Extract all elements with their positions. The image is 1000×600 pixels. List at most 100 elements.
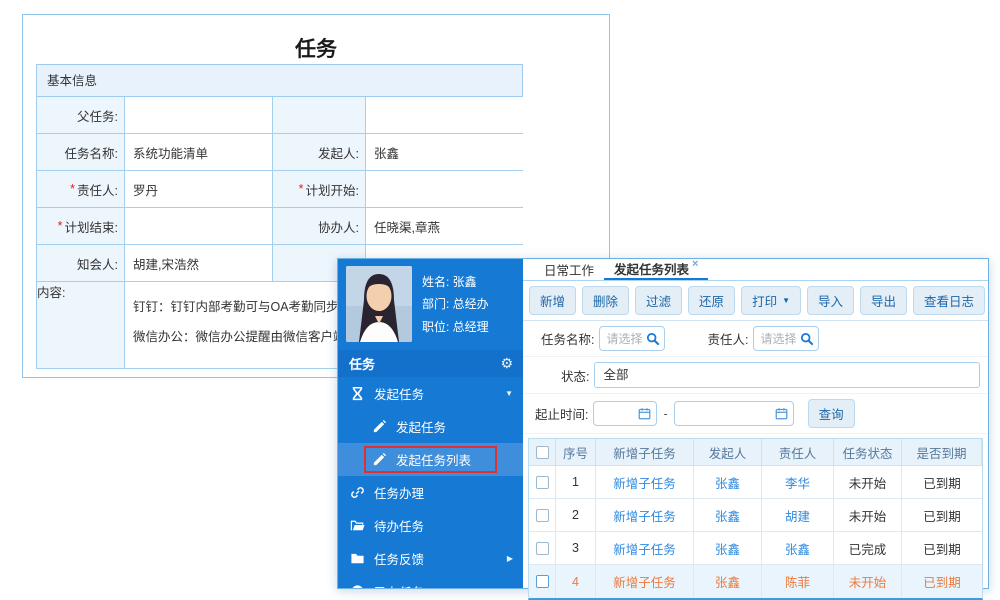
annotation-red-box: 发起任务列表 <box>364 446 497 473</box>
table-header-row: 序号 新增子任务 发起人 责任人 任务状态 是否到期 <box>529 439 982 466</box>
task-table: 序号 新增子任务 发起人 责任人 任务状态 是否到期 1 新增子任务 张鑫 李华… <box>528 438 983 600</box>
query-button[interactable]: 查询 <box>808 399 855 428</box>
add-subtask-link[interactable]: 新增子任务 <box>613 506 676 525</box>
task-list-panel: 姓名: 张鑫 部门: 总经办 职位: 总经理 任务 ⚙ 发起任务 ▼ 发起任务 <box>337 258 989 589</box>
owner-link[interactable]: 张鑫 <box>785 539 810 558</box>
add-button[interactable]: 新增 <box>529 286 576 315</box>
content-label: 内容: <box>37 282 125 368</box>
range-separator: - <box>663 407 667 421</box>
initiator-link[interactable]: 张鑫 <box>715 506 740 525</box>
sidebar-item-label: 任务办理 <box>374 483 424 502</box>
assistant-field[interactable]: 任晓渠,章燕 <box>366 208 524 244</box>
restore-button[interactable]: 还原 <box>688 286 735 315</box>
import-button[interactable]: 导入 <box>807 286 854 315</box>
sidebar-item-label: 发起任务列表 <box>396 450 471 469</box>
owner-link[interactable]: 胡建 <box>785 506 810 525</box>
initiator-link[interactable]: 张鑫 <box>715 572 740 591</box>
gear-icon[interactable]: ⚙ <box>500 355 513 372</box>
col-owner: 责任人 <box>779 443 817 462</box>
select-all-checkbox[interactable] <box>536 446 549 459</box>
link-icon <box>350 485 365 500</box>
task-name-label: 任务名称: <box>65 143 118 162</box>
profile-position: 职位: 总经理 <box>422 318 489 335</box>
status-select[interactable]: 全部 <box>594 362 980 388</box>
col-seq: 序号 <box>563 443 588 462</box>
print-button[interactable]: 打印▼ <box>741 286 801 315</box>
tab-daily-work[interactable]: 日常工作 <box>534 259 604 280</box>
status-cell: 已完成 <box>849 539 887 558</box>
sidebar-item-label: 任务反馈 <box>374 549 424 568</box>
tab-bar: 日常工作 发起任务列表 × <box>523 259 988 281</box>
row-checkbox[interactable] <box>536 509 549 522</box>
daterange-filter-label: 起止时间: <box>535 404 588 423</box>
sidebar-item-initiate-task[interactable]: 发起任务 ▼ <box>338 377 523 410</box>
panel-content: 日常工作 发起任务列表 × 新增 删除 过滤 还原 打印▼ 导入 导出 查看日志… <box>523 259 988 588</box>
owner-link[interactable]: 陈菲 <box>785 572 810 591</box>
calendar-icon[interactable] <box>638 407 651 420</box>
sidebar-item-done-tasks[interactable]: 已办任务 <box>338 575 523 588</box>
export-button[interactable]: 导出 <box>860 286 907 315</box>
sidebar-item-initiate-task-list[interactable]: 发起任务列表 <box>338 443 523 476</box>
informed-field[interactable]: 胡建,宋浩然 <box>125 245 273 281</box>
status-cell: 未开始 <box>849 572 887 591</box>
pencil-icon <box>372 419 387 434</box>
sidebar-item-initiate-task-sub[interactable]: 发起任务 <box>338 410 523 443</box>
owner-field[interactable]: 罗丹 <box>125 171 273 207</box>
calendar-icon[interactable] <box>775 407 788 420</box>
form-row-task-name: 任务名称: 系统功能清单 发起人: 张鑫 <box>37 134 522 171</box>
row-checkbox[interactable] <box>536 476 549 489</box>
add-subtask-link[interactable]: 新增子任务 <box>613 473 676 492</box>
plan-end-field[interactable] <box>125 208 273 244</box>
row-checkbox[interactable] <box>536 575 549 588</box>
search-icon[interactable] <box>646 332 660 346</box>
parent-task-label: 父任务: <box>77 106 118 125</box>
form-row-parent-task: 父任务: <box>37 97 522 134</box>
delete-button[interactable]: 删除 <box>582 286 629 315</box>
sidebar-item-task-feedback[interactable]: 任务反馈 ▶ <box>338 542 523 575</box>
folder-open-icon <box>350 518 365 533</box>
initiator-label: 发起人: <box>318 143 359 162</box>
owner-picker[interactable] <box>753 326 819 351</box>
sidebar-module-header: 任务 ⚙ <box>338 350 523 377</box>
date-to-input[interactable] <box>674 401 794 426</box>
sidebar: 姓名: 张鑫 部门: 总经办 职位: 总经理 任务 ⚙ 发起任务 ▼ 发起任务 <box>338 259 523 588</box>
task-name-input[interactable] <box>606 332 646 346</box>
date-from-input[interactable] <box>593 401 657 426</box>
status-cell: 未开始 <box>849 506 887 525</box>
task-name-filter-label: 任务名称: <box>541 329 594 348</box>
plan-start-field[interactable] <box>366 171 524 207</box>
parent-task-field[interactable] <box>125 97 273 133</box>
row-checkbox[interactable] <box>536 542 549 555</box>
initiator-link[interactable]: 张鑫 <box>715 473 740 492</box>
tab-initiated-task-list[interactable]: 发起任务列表 × <box>604 259 708 280</box>
chevron-down-icon: ▼ <box>505 389 513 398</box>
form-title: 任务 <box>23 33 609 63</box>
col-initiator: 发起人 <box>709 443 747 462</box>
initiator-link[interactable]: 张鑫 <box>715 539 740 558</box>
avatar-portrait <box>346 266 412 342</box>
form-row-plan-end: *计划结束: 协办人: 任晓渠,章燕 <box>37 208 522 245</box>
search-icon[interactable] <box>800 332 814 346</box>
initiator-field[interactable]: 张鑫 <box>366 134 524 170</box>
sidebar-item-task-handling[interactable]: 任务办理 <box>338 476 523 509</box>
add-subtask-link[interactable]: 新增子任务 <box>613 572 676 591</box>
required-marker: * <box>70 182 75 196</box>
filter-button[interactable]: 过滤 <box>635 286 682 315</box>
folder-icon <box>350 551 365 566</box>
view-log-button[interactable]: 查看日志 <box>913 286 985 315</box>
add-subtask-link[interactable]: 新增子任务 <box>613 539 676 558</box>
check-circle-icon <box>350 584 365 588</box>
col-due: 是否到期 <box>916 443 966 462</box>
user-profile: 姓名: 张鑫 部门: 总经办 职位: 总经理 <box>338 259 523 350</box>
close-icon[interactable]: × <box>692 258 698 270</box>
owner-link[interactable]: 李华 <box>785 473 810 492</box>
task-name-picker[interactable] <box>599 326 665 351</box>
sidebar-item-pending-tasks[interactable]: 待办任务 <box>338 509 523 542</box>
task-name-field[interactable]: 系统功能清单 <box>125 134 273 170</box>
sidebar-item-label: 发起任务 <box>396 417 446 436</box>
avatar <box>346 266 412 342</box>
status-filter-label: 状态: <box>561 366 589 385</box>
owner-input[interactable] <box>760 332 800 346</box>
sidebar-item-label: 发起任务 <box>374 384 424 403</box>
sidebar-item-label: 待办任务 <box>374 516 424 535</box>
